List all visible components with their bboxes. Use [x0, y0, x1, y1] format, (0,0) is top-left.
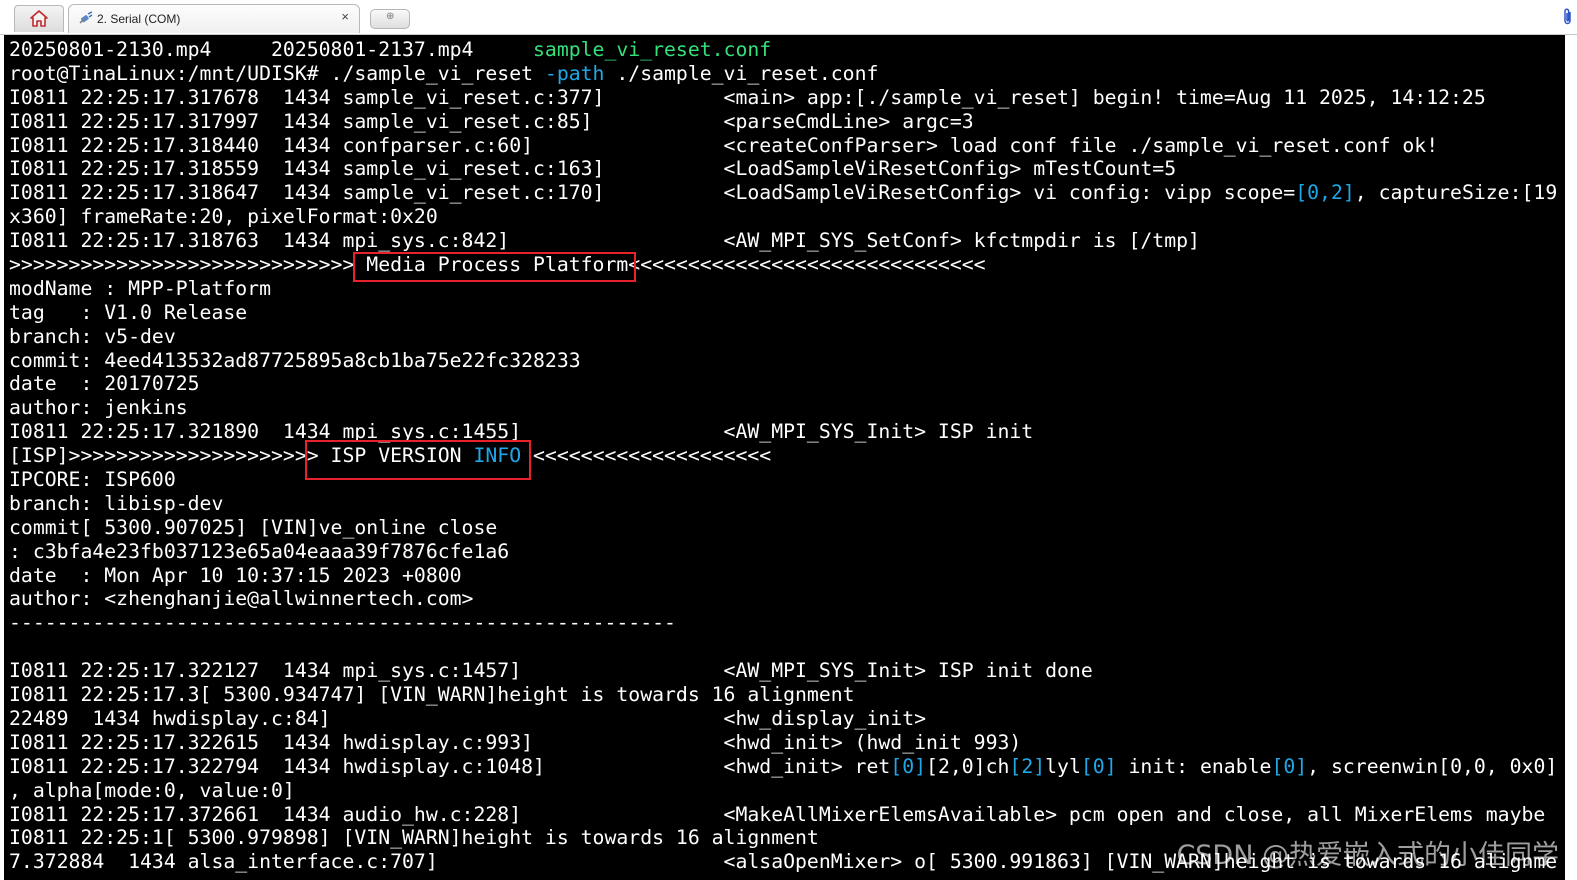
terminal-text-segment: I0811 22:25:1[ 5300.979898] [VIN_WARN]he… — [9, 826, 819, 850]
terminal-line: I0811 22:25:17.3[ 5300.934747] [VIN_WARN… — [9, 683, 1557, 707]
terminal-line: date : Mon Apr 10 10:37:15 2023 +0800 — [9, 564, 1557, 588]
terminal-line: : c3bfa4e23fb037123e65a04eaaa39f7876cfe1… — [9, 540, 1557, 564]
terminal-line: root@TinaLinux:/mnt/UDISK# ./sample_vi_r… — [9, 62, 1557, 86]
terminal-line: I0811 22:25:17.317678 1434 sample_vi_res… — [9, 86, 1557, 110]
highlight-box-isp-version-info — [305, 440, 531, 480]
terminal-text-segment: branch: libisp-dev — [9, 491, 224, 515]
terminal-line: I0811 22:25:17.321890 1434 mpi_sys.c:145… — [9, 420, 1557, 444]
terminal-line: I0811 22:25:17.317997 1434 sample_vi_res… — [9, 110, 1557, 134]
terminal-line: 22489 1434 hwdisplay.c:84] <hw_display_i… — [9, 707, 1557, 731]
terminal-line: 20250801-2130.mp4 20250801-2137.mp4 samp… — [9, 38, 1557, 62]
terminal-line: I0811 22:25:17.322127 1434 mpi_sys.c:145… — [9, 659, 1557, 683]
terminal-text-segment: date : Mon Apr 10 10:37:15 2023 +0800 — [9, 563, 462, 587]
terminal-text-segment: [0,2] — [1295, 181, 1355, 205]
watermark: CSDN @热爱嵌入式的小佳同学 — [1176, 840, 1559, 871]
terminal-text-segment: sample_vi_reset.conf — [533, 38, 772, 61]
highlight-box-media-process-platform — [353, 252, 636, 282]
terminal-line: I0811 22:25:17.318440 1434 confparser.c:… — [9, 134, 1557, 158]
terminal-text-segment: I0811 22:25:17.317678 1434 sample_vi_res… — [9, 85, 1486, 109]
tab-label: 2. Serial (COM) — [97, 12, 181, 26]
terminal-line: I0811 22:25:17.322794 1434 hwdisplay.c:1… — [9, 755, 1557, 779]
terminal-line: IPCORE: ISP600 — [9, 468, 1557, 492]
terminal-text-segment: IPCORE: ISP600 — [9, 468, 176, 492]
home-icon — [30, 10, 48, 27]
terminal-text-segment: commit: 4eed413532ad87725895a8cb1ba75e22… — [9, 348, 581, 372]
terminal-text-segment: : c3bfa4e23fb037123e65a04eaaa39f7876cfe1… — [9, 539, 510, 563]
terminal-text-segment: -path — [544, 61, 605, 85]
terminal-text-segment: , captureSize:[19 — [1354, 181, 1558, 205]
terminal-text-segment: I0811 22:25:17.318647 1434 sample_vi_res… — [9, 181, 1296, 205]
terminal-text-segment: branch: v5-dev — [9, 324, 176, 348]
terminal-text-segment: author: <zhenghanjie@allwinnertech.com> — [9, 587, 474, 611]
terminal-text-segment: init: enable — [1116, 754, 1272, 778]
tab-serial-com[interactable]: 2. Serial (COM) × — [68, 4, 360, 33]
terminal-text-segment: modName : MPP-Platform — [9, 276, 272, 300]
terminal-text-segment: x360] frameRate:20, pixelFormat:0x20 — [9, 205, 438, 229]
terminal-output[interactable]: 20250801-2130.mp4 20250801-2137.mp4 samp… — [4, 35, 1565, 880]
terminal-line: ----------------------------------------… — [9, 611, 1557, 635]
terminal-text-segment: lyl — [1045, 754, 1081, 778]
terminal-line: I0811 22:25:17.318763 1434 mpi_sys.c:842… — [9, 229, 1557, 253]
terminal-text-segment: [2] — [1009, 754, 1046, 778]
tab-bar: 2. Serial (COM) × ⊕ — [0, 0, 1577, 35]
terminal-text-segment: [2,0]ch — [926, 754, 1010, 778]
terminal-text-segment: [0] — [1080, 754, 1117, 778]
terminal-line: I0811 22:25:17.372661 1434 audio_hw.c:22… — [9, 803, 1557, 827]
terminal-text-segment: I0811 22:25:17.322794 1434 hwdisplay.c:1… — [9, 754, 891, 778]
terminal-line: >>>>>>>>>>>>>>>>>>>>>>>>>>>>> Media Proc… — [9, 253, 1557, 277]
terminal-line: branch: libisp-dev — [9, 492, 1557, 516]
terminal-text-segment: ----------------------------------------… — [9, 611, 676, 635]
terminal-text-segment: tag : V1.0 Release — [9, 300, 248, 324]
terminal-line: commit: 4eed413532ad87725895a8cb1ba75e22… — [9, 349, 1557, 373]
terminal-text-segment: [0] — [1271, 754, 1308, 778]
new-tab-icon: ⊕ — [386, 11, 395, 22]
terminal-text-segment: I0811 22:25:17.318440 1434 confparser.c:… — [9, 133, 1439, 157]
terminal-line: I0811 22:25:17.318647 1434 sample_vi_res… — [9, 181, 1557, 205]
terminal-text-segment: I0811 22:25:17.318559 1434 sample_vi_res… — [9, 157, 1177, 181]
terminal-line: [ISP]>>>>>>>>>>>>>>>>>>>>> ISP VERSION I… — [9, 444, 1557, 468]
terminal-text-segment: author: jenkins — [9, 396, 188, 420]
terminal-text-segment: <<<<<<<<<<<<<<<<<<<< — [521, 444, 772, 468]
terminal-line: author: jenkins — [9, 396, 1557, 420]
terminal-line: date : 20170725 — [9, 372, 1557, 396]
terminal-line: tag : V1.0 Release — [9, 301, 1557, 325]
home-button[interactable] — [14, 5, 64, 32]
terminal-text-segment: ./sample_vi_reset.conf — [604, 61, 879, 85]
terminal-text-segment: 20250801-2130.mp4 20250801-2137.mp4 — [9, 38, 534, 61]
tab-close-icon[interactable]: × — [341, 9, 349, 24]
terminal-text-segment: 22489 1434 hwdisplay.c:84] <hw_display_i… — [9, 706, 927, 730]
terminal-text-segment: I0811 22:25:17.3[ 5300.934747] [VIN_WARN… — [9, 683, 855, 707]
paperclip-icon[interactable] — [1563, 8, 1573, 26]
new-tab-button[interactable]: ⊕ — [370, 9, 410, 29]
terminal-line: modName : MPP-Platform — [9, 277, 1557, 301]
terminal-text-segment: I0811 22:25:17.322615 1434 hwdisplay.c:9… — [9, 730, 1022, 754]
terminal-line: author: <zhenghanjie@allwinnertech.com> — [9, 587, 1557, 611]
terminal-text-segment: I0811 22:25:17.372661 1434 audio_hw.c:22… — [9, 802, 1546, 826]
plug-icon — [79, 11, 93, 24]
terminal-lines: 20250801-2130.mp4 20250801-2137.mp4 samp… — [9, 38, 1557, 874]
terminal-text-segment: , alpha[mode:0, value:0] — [9, 778, 295, 802]
terminal-text-segment: I0811 22:25:17.318763 1434 mpi_sys.c:842… — [9, 229, 1200, 253]
terminal-text-segment: [0] — [890, 754, 927, 778]
terminal-line: , alpha[mode:0, value:0] — [9, 779, 1557, 803]
terminal-text-segment: date : 20170725 — [9, 372, 200, 396]
terminal-line: branch: v5-dev — [9, 325, 1557, 349]
terminal-line: I0811 22:25:17.318559 1434 sample_vi_res… — [9, 157, 1557, 181]
terminal-text-segment: root@TinaLinux:/mnt/UDISK# ./sample_vi_r… — [9, 61, 545, 85]
terminal-text-segment: , screenwin[0,0, 0x0] — [1307, 754, 1558, 778]
terminal-text-segment: commit[ 5300.907025] [VIN]ve_online clos… — [9, 515, 498, 539]
terminal-line: I0811 22:25:17.322615 1434 hwdisplay.c:9… — [9, 731, 1557, 755]
terminal-text-segment: I0811 22:25:17.322127 1434 mpi_sys.c:145… — [9, 659, 1093, 683]
terminal-line: commit[ 5300.907025] [VIN]ve_online clos… — [9, 516, 1557, 540]
terminal-text-segment: I0811 22:25:17.317997 1434 sample_vi_res… — [9, 109, 974, 133]
terminal-line: x360] frameRate:20, pixelFormat:0x20 — [9, 205, 1557, 229]
